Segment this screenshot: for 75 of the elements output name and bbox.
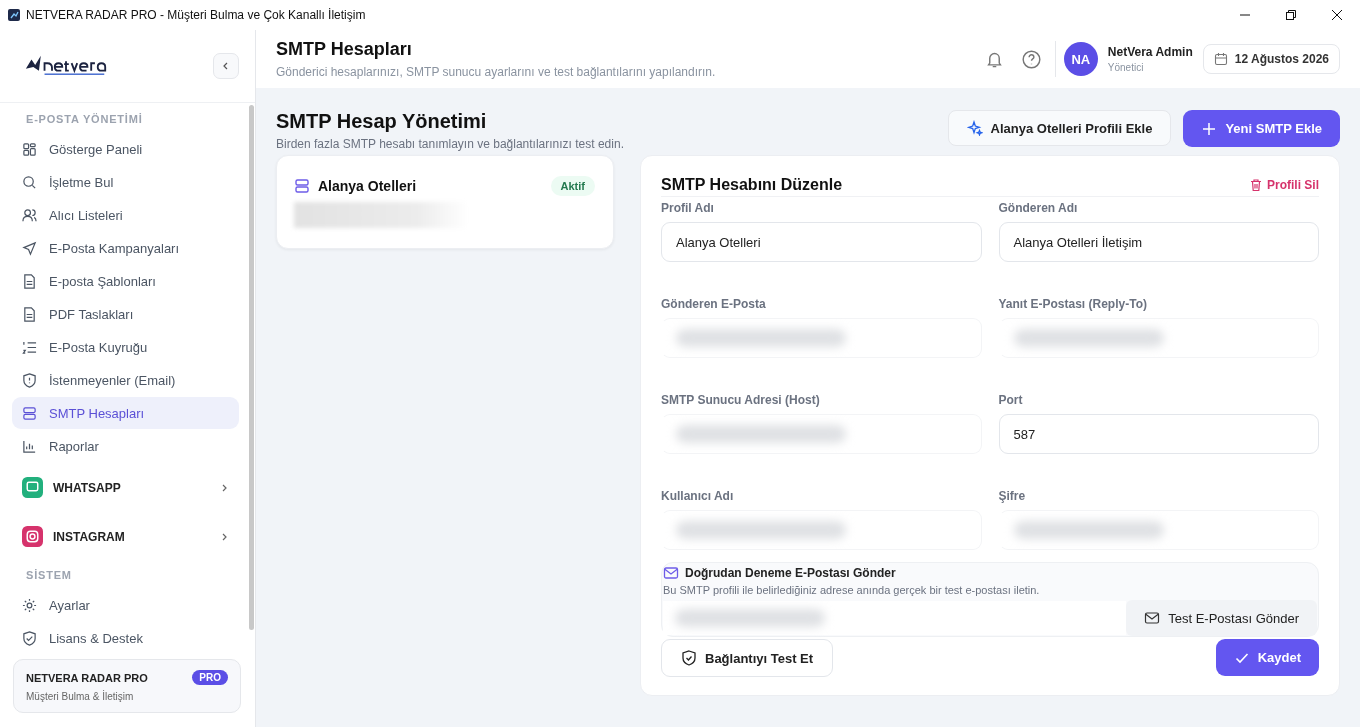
product-tagline: Müşteri Bulma & İletişim	[26, 691, 135, 702]
nav-item[interactable]: SMTP Hesapları	[12, 397, 239, 429]
plus-icon	[1201, 120, 1218, 137]
field-label: Yanıt E-Postası (Reply-To)	[998, 297, 1148, 311]
collapse-button[interactable]	[213, 53, 239, 79]
close-icon[interactable]	[1332, 10, 1342, 20]
shield-icon	[681, 650, 697, 666]
nav-item[interactable]: Raporlar	[12, 430, 239, 462]
test-mail-title: Doğrudan Deneme E-Postası Gönder	[685, 566, 896, 580]
delete-profile-button[interactable]: Profili Sil	[1249, 178, 1319, 192]
status-badge: Aktif	[550, 176, 595, 196]
input-field[interactable]	[663, 601, 1127, 635]
save-button[interactable]: Kaydet	[1215, 639, 1319, 676]
date-text: 12 Ağustos 2026	[1234, 52, 1329, 66]
field-label: Kullanıcı Adı	[661, 489, 735, 503]
grid-icon	[22, 141, 37, 157]
product-name: NETVERA RADAR PRO	[26, 671, 148, 684]
help-icon[interactable]	[1021, 49, 1041, 69]
restore-icon[interactable]	[1286, 10, 1296, 20]
field-label: SMTP Sunucu Adresi (Host)	[661, 393, 821, 407]
test-mail-description: Bu SMTP profili ile belirlediğiniz adrese anında gerçek bir test e-postası iletin.	[663, 584, 1041, 596]
input-field[interactable]: Alanya Otelleri	[661, 222, 982, 262]
nav-item[interactable]: Ayarlar	[12, 589, 239, 621]
nav-item[interactable]: E-posta Şablonları	[12, 265, 239, 297]
window-title: NETVERA RADAR PRO - Müşteri Bulma ve Çok Kanallı İletişim	[26, 8, 366, 22]
trash-icon	[1249, 178, 1263, 192]
nav-item[interactable]: E-Posta Kampanyaları	[12, 232, 239, 264]
add-profile-button[interactable]: Alanya Otelleri Profili Ekle	[947, 110, 1172, 146]
nav-item[interactable]: Alıcı Listeleri	[12, 199, 239, 231]
nav-group[interactable]: INSTAGRAM	[12, 512, 239, 561]
app-icon	[8, 9, 20, 21]
page-subtitle: Gönderici hesaplarınızı, SMTP sunucu ayarlarını ve test bağlantılarını yapılandırın.	[276, 65, 717, 79]
input-field[interactable]: 587	[998, 414, 1319, 454]
pro-badge: PRO	[192, 670, 228, 685]
shield-icon	[22, 372, 37, 388]
chart-icon	[22, 438, 37, 454]
test-connection-button[interactable]: Bağlantıyı Test Et	[661, 639, 834, 677]
nav-item[interactable]: E-Posta Kuyruğu	[12, 331, 239, 363]
nav-item[interactable]: PDF Taslakları	[12, 298, 239, 330]
doc-icon	[22, 273, 37, 289]
mail-icon	[1144, 610, 1161, 626]
nav-item[interactable]: Gösterge Paneli	[12, 133, 239, 165]
nav-item[interactable]: İşletme Bul	[12, 166, 239, 198]
search-icon	[22, 174, 37, 190]
field-label: Profil Adı	[661, 201, 715, 215]
sparkle-icon	[966, 120, 983, 136]
mail-icon	[663, 565, 679, 581]
server-icon	[294, 178, 310, 194]
nav-item[interactable]: İstenmeyenler (Email)	[12, 364, 239, 396]
field-label: Port	[998, 393, 1024, 407]
section-title: SMTP Hesap Yönetimi	[276, 110, 488, 133]
send-test-mail-button[interactable]: Test E-Postası Gönder	[1126, 600, 1317, 636]
send-icon	[22, 240, 37, 256]
profile-name: Alanya Otelleri	[318, 178, 418, 194]
user-role: Yönetici	[1107, 62, 1145, 73]
section-heading: SİSTEM	[25, 568, 73, 583]
field-label: Gönderen E-Posta	[661, 297, 767, 311]
nav-item[interactable]: Lisans & Destek	[12, 622, 239, 654]
section-subtitle: Birden fazla SMTP hesabı tanımlayın ve bağlantılarınızı test edin.	[276, 137, 625, 151]
calendar-icon	[1213, 52, 1228, 66]
list-icon	[22, 339, 37, 355]
user-name: NetVera Admin	[1107, 45, 1193, 59]
page-title: SMTP Hesapları	[276, 39, 413, 60]
input-field[interactable]: Alanya Otelleri İletişim	[998, 222, 1319, 262]
nav-group[interactable]: WHATSAPP	[12, 463, 239, 512]
new-smtp-button[interactable]: Yeni SMTP Ekle	[1183, 110, 1340, 147]
section-heading: E-POSTA YÖNETİMİ	[25, 112, 144, 127]
field-label: Şifre	[998, 489, 1027, 503]
gear-icon	[22, 597, 37, 613]
profile-card[interactable]: Alanya Otelleri Aktif	[276, 155, 614, 249]
user-avatar[interactable]: NA	[1063, 42, 1098, 76]
editor-title: SMTP Hesabını Düzenle	[661, 176, 843, 194]
server-icon	[22, 405, 37, 421]
users-icon	[22, 207, 37, 223]
field-label: Gönderen Adı	[998, 201, 1079, 215]
